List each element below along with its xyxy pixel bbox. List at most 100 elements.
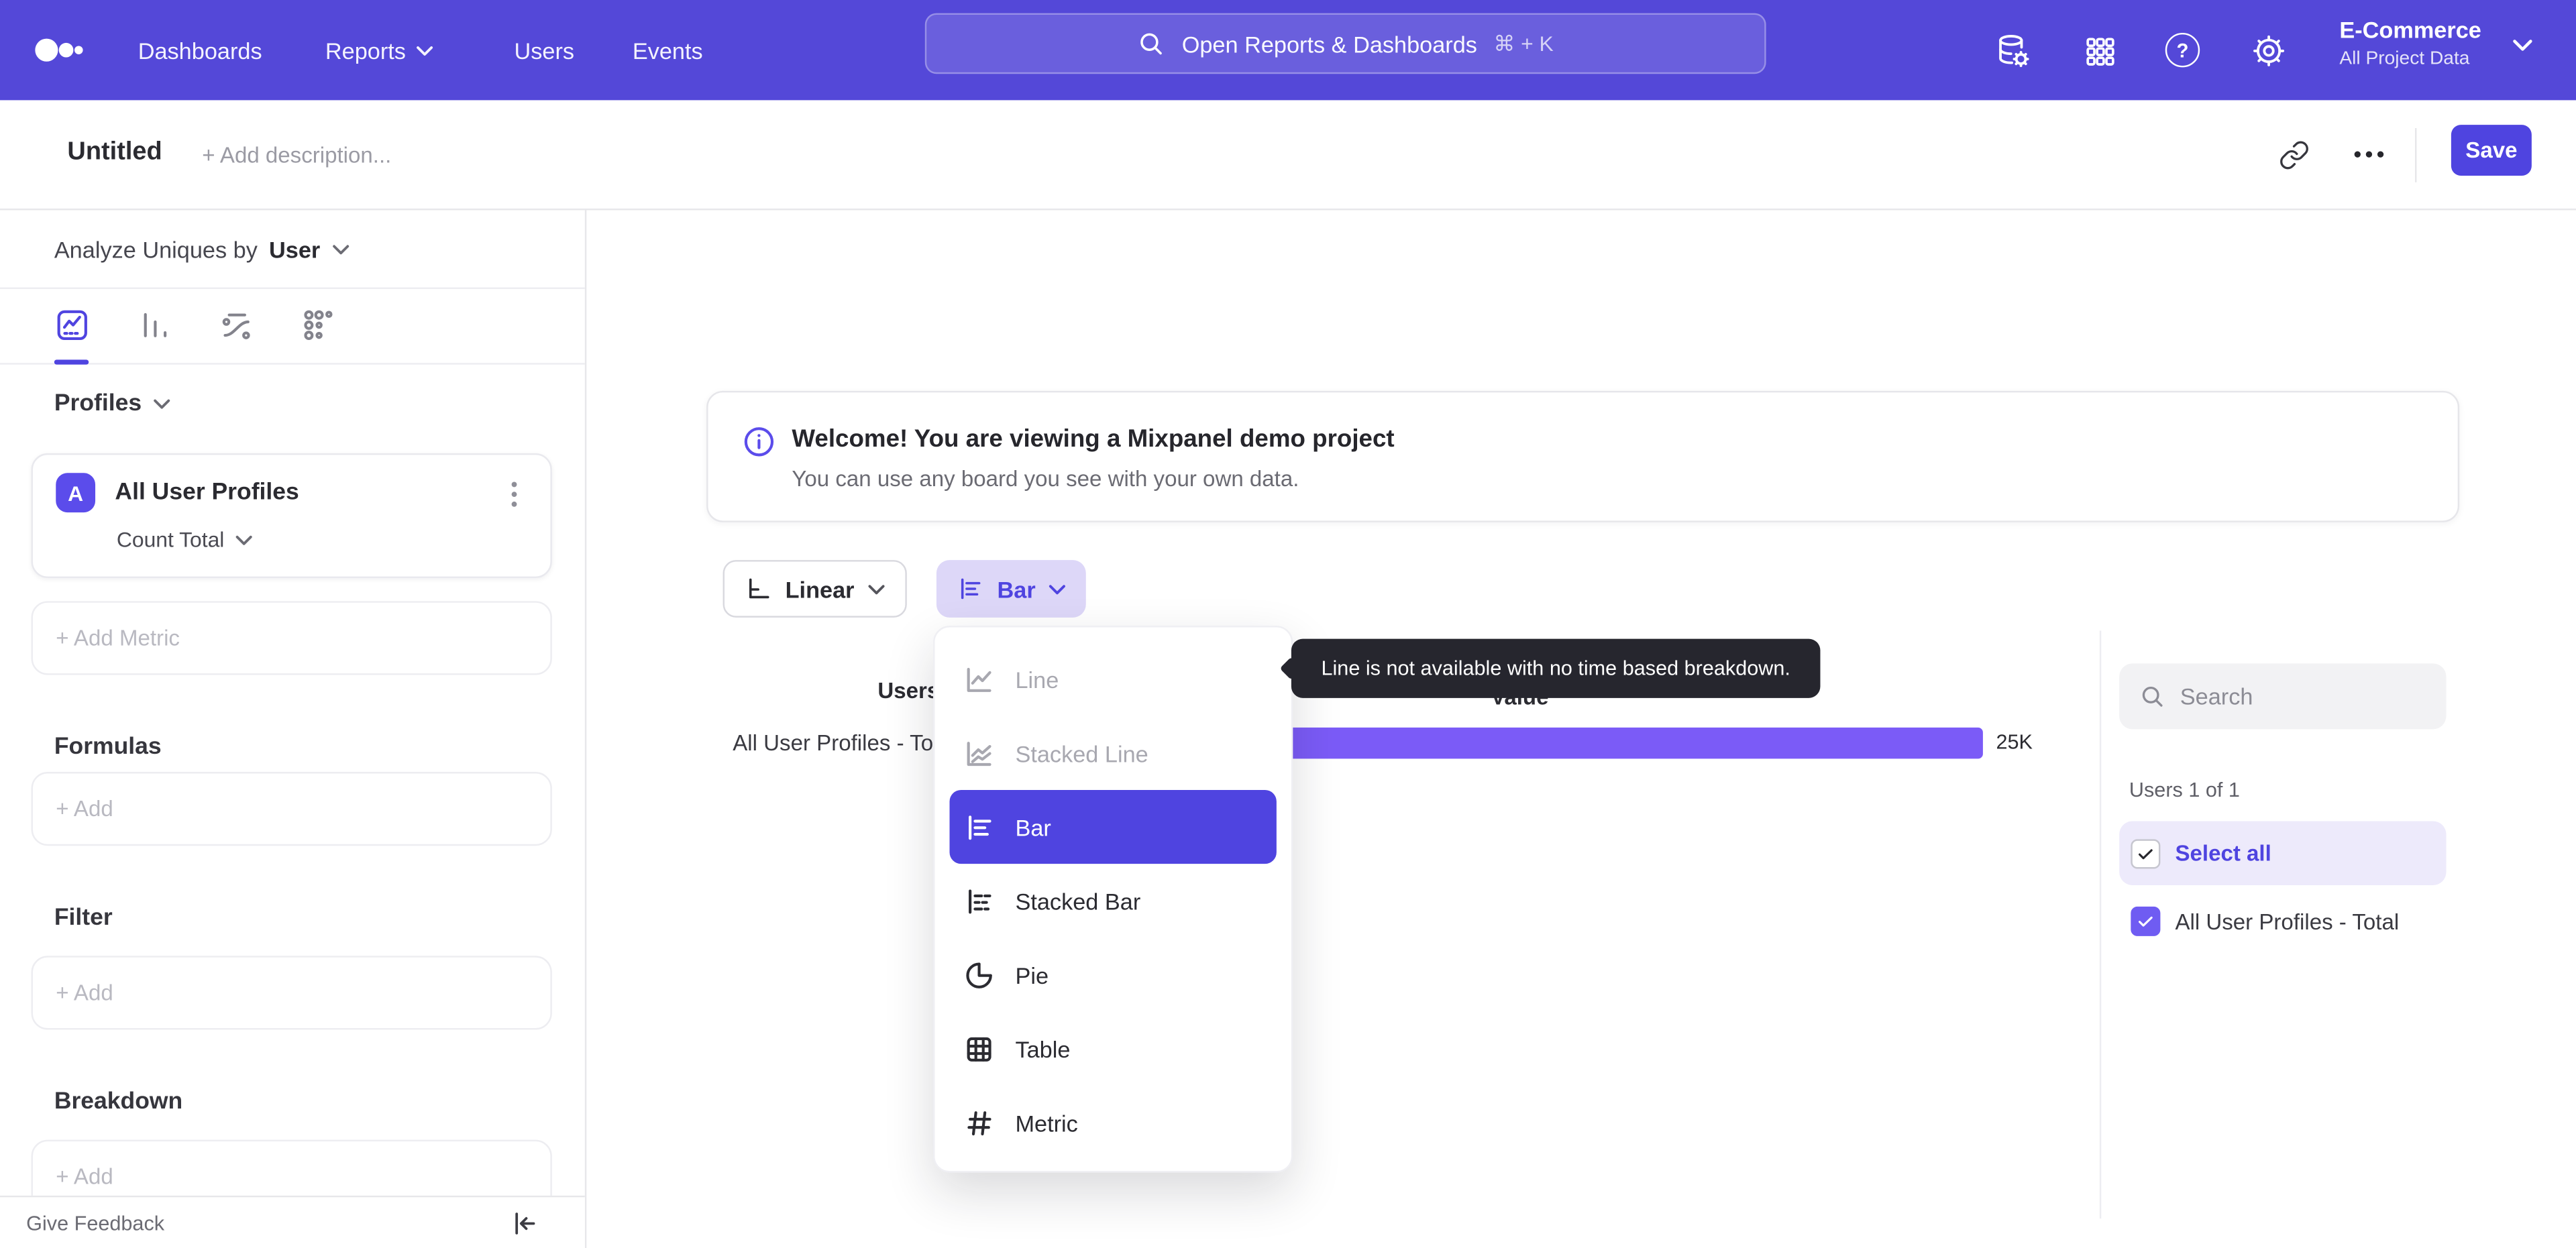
metric-kebab-menu-icon[interactable] — [506, 476, 522, 512]
aggregation-selector[interactable]: Count Total — [117, 527, 252, 552]
stacked-line-chart-icon — [963, 736, 996, 769]
chart-type-chevron-down-icon — [1049, 582, 1067, 595]
project-scope: All Project Data — [2339, 49, 2470, 69]
scale-chevron-down-icon — [867, 582, 885, 595]
global-search-placeholder: Open Reports & Dashboards — [1181, 30, 1477, 57]
metric-card[interactable]: A All User Profiles Count Total — [31, 453, 552, 579]
project-chevron-down-icon[interactable] — [2512, 38, 2533, 52]
give-feedback-link[interactable]: Give Feedback — [26, 1212, 164, 1235]
menu-item-line-label: Line — [1015, 666, 1059, 693]
table-icon — [963, 1032, 996, 1065]
search-icon — [1138, 30, 1166, 58]
settings-gear-icon[interactable] — [2249, 32, 2289, 71]
metric-hash-icon — [963, 1106, 996, 1139]
analyze-row: Analyze Uniques by User — [0, 210, 585, 290]
mixpanel-logo-icon[interactable] — [33, 36, 85, 64]
bar-chart-icon — [963, 811, 996, 844]
global-search-button[interactable]: Open Reports & Dashboards ⌘ + K — [924, 13, 1766, 74]
menu-item-stacked-line: Stacked Line — [950, 716, 1277, 790]
chart-type-label: Bar — [997, 575, 1036, 602]
report-canvas: Welcome! You are viewing a Mixpanel demo… — [586, 210, 2576, 1248]
add-filter-button[interactable]: + Add — [31, 956, 552, 1030]
nav-events[interactable]: Events — [633, 0, 703, 100]
metric-title[interactable]: All User Profiles — [115, 479, 299, 506]
legend-series-label: All User Profiles - Total — [2175, 909, 2400, 934]
tab-insights-icon[interactable] — [54, 307, 91, 343]
report-title[interactable]: Untitled — [67, 138, 162, 168]
header-divider — [2415, 128, 2417, 182]
apps-grid-icon[interactable] — [2080, 32, 2119, 71]
profiles-heading-label: Profiles — [54, 390, 142, 418]
stacked-bar-chart-icon — [963, 885, 996, 917]
nav-users[interactable]: Users — [515, 0, 575, 100]
breakdown-heading-label: Breakdown — [54, 1088, 183, 1115]
mixpanel-app: Dashboards Reports Users Events Open Rep… — [0, 0, 2576, 1248]
menu-item-metric[interactable]: Metric — [950, 1086, 1277, 1159]
nav-events-label: Events — [632, 37, 703, 64]
menu-item-table[interactable]: Table — [950, 1012, 1277, 1086]
filter-heading-label: Filter — [54, 905, 113, 931]
menu-item-metric-label: Metric — [1015, 1109, 1078, 1136]
menu-item-bar[interactable]: Bar — [949, 789, 1277, 864]
scale-selector-button[interactable]: Linear — [722, 560, 907, 618]
legend-search-input[interactable] — [2180, 683, 2410, 710]
aggregation-label: Count Total — [116, 527, 225, 552]
series-checkbox[interactable] — [2131, 906, 2161, 936]
menu-item-pie[interactable]: Pie — [950, 938, 1277, 1011]
banner-subtitle: You can use any board you see with your … — [792, 466, 1299, 492]
chevron-down-icon — [416, 44, 434, 57]
menu-item-pie-label: Pie — [1015, 961, 1049, 988]
formulas-section-heading: Formulas — [54, 734, 162, 760]
data-management-icon[interactable] — [1993, 32, 2033, 71]
linear-axis-icon — [744, 575, 772, 603]
legend-search-box — [2119, 663, 2447, 730]
project-name[interactable]: E-Commerce — [2339, 16, 2481, 42]
breakdown-section-heading: Breakdown — [54, 1089, 182, 1115]
formulas-heading-label: Formulas — [54, 734, 162, 760]
collapse-sidebar-icon[interactable] — [509, 1208, 539, 1238]
tab-funnels-icon[interactable] — [136, 307, 172, 343]
tab-retention-icon[interactable] — [301, 307, 337, 343]
query-sidebar: Analyze Uniques by User Profiles A All U… — [0, 210, 587, 1248]
line-chart-icon — [963, 663, 996, 695]
chart-type-button[interactable]: Bar — [936, 560, 1087, 618]
profiles-section-heading[interactable]: Profiles — [54, 391, 171, 417]
select-all-row[interactable]: Select all — [2119, 821, 2447, 886]
nav-dashboards-label: Dashboards — [138, 37, 262, 64]
analyze-entity-selector[interactable]: User — [269, 235, 320, 262]
menu-item-stacked-line-label: Stacked Line — [1015, 740, 1148, 767]
chart-bar-value: 25K — [1996, 730, 2033, 754]
select-all-checkbox[interactable] — [2131, 838, 2161, 868]
sidebar-footer: Give Feedback — [0, 1195, 585, 1248]
tab-flows-icon[interactable] — [219, 307, 255, 343]
copy-link-icon[interactable] — [2270, 131, 2316, 178]
select-all-label: Select all — [2175, 840, 2271, 866]
scale-selector-label: Linear — [785, 575, 855, 602]
legend-series-row[interactable]: All User Profiles - Total — [2119, 890, 2446, 952]
help-glyph: ? — [2176, 38, 2189, 62]
add-description-field[interactable]: + Add description... — [202, 143, 391, 168]
menu-item-line: Line — [950, 642, 1277, 716]
add-metric-button[interactable]: + Add Metric — [31, 601, 552, 675]
demo-banner: Welcome! You are viewing a Mixpanel demo… — [706, 390, 2460, 522]
chart-row-label: All User Profiles - Total — [733, 730, 957, 756]
menu-item-stacked-bar-label: Stacked Bar — [1015, 887, 1141, 914]
add-formula-button[interactable]: + Add — [31, 772, 552, 846]
help-icon[interactable]: ? — [2165, 32, 2200, 68]
menu-item-stacked-bar[interactable]: Stacked Bar — [950, 864, 1277, 938]
analyze-chevron-down-icon[interactable] — [331, 242, 350, 256]
report-header-bar: Untitled + Add description... Save — [0, 100, 2576, 211]
tooltip-text: Line is not available with no time based… — [1321, 657, 1790, 680]
legend-divider — [2099, 630, 2102, 1219]
menu-item-table-label: Table — [1015, 1035, 1071, 1062]
nav-users-label: Users — [514, 37, 575, 64]
metric-badge: A — [56, 473, 96, 513]
save-button[interactable]: Save — [2451, 125, 2532, 176]
bar-chart-icon — [956, 575, 984, 603]
more-menu-icon[interactable] — [2346, 131, 2392, 178]
nav-reports[interactable]: Reports — [325, 0, 434, 100]
nav-dashboards[interactable]: Dashboards — [138, 0, 262, 100]
menu-item-bar-label: Bar — [1015, 813, 1051, 840]
chart-type-dropdown: Line Stacked Line Bar Stacked Bar Pie Ta… — [933, 626, 1293, 1173]
profiles-chevron-down-icon — [153, 398, 171, 411]
